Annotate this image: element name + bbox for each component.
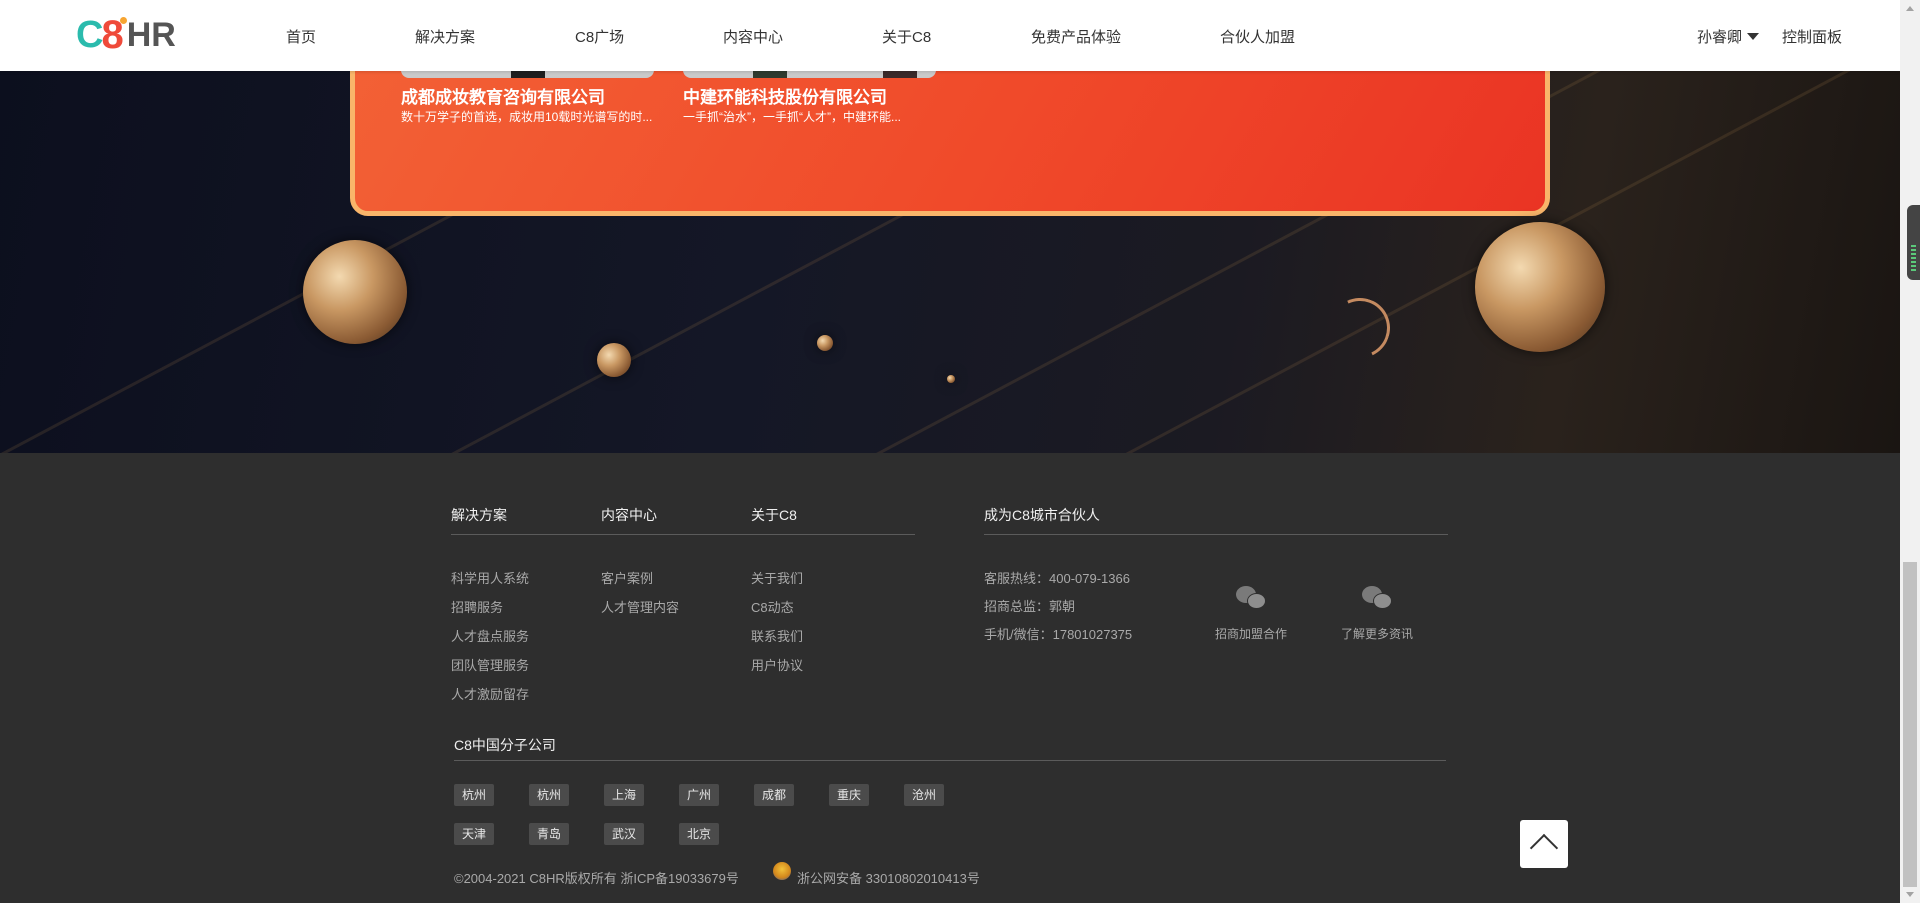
- footer-divider: [454, 760, 1446, 761]
- footer-link[interactable]: 人才激励留存: [451, 684, 529, 703]
- side-widget-tab[interactable]: [1907, 205, 1920, 280]
- city-tag[interactable]: 杭州: [454, 784, 495, 806]
- decorative-orb: [947, 375, 955, 383]
- case-description: 数十万学子的首选，成妆用10载时光谱写的时...: [401, 110, 653, 124]
- c8hr-logo[interactable]: C 8 HR: [76, 13, 176, 58]
- city-tag[interactable]: 天津: [454, 823, 495, 845]
- footer-link[interactable]: 联系我们: [751, 626, 803, 645]
- case-title[interactable]: 成都成妆教育咨询有限公司: [401, 83, 605, 108]
- page-scrollbar[interactable]: [1900, 0, 1920, 903]
- city-tag[interactable]: 北京: [679, 823, 720, 845]
- footer-link[interactable]: 关于我们: [751, 568, 803, 587]
- nav-item-about[interactable]: 关于C8: [882, 26, 931, 47]
- logo-c: C: [76, 13, 103, 56]
- decorative-orb: [1475, 222, 1605, 352]
- case-description: 一手抓“治水”，一手抓“人才”，中建环能...: [683, 110, 901, 124]
- nav-item-c8-square[interactable]: C8广场: [575, 26, 624, 47]
- city-tag[interactable]: 武汉: [604, 823, 645, 845]
- scroll-down-arrow-icon[interactable]: [1906, 892, 1914, 897]
- nav-item-home[interactable]: 首页: [286, 26, 316, 47]
- director-text: 招商总监：郭朝: [984, 599, 1076, 614]
- city-tag[interactable]: 沧州: [904, 784, 945, 806]
- caret-down-icon[interactable]: [1747, 33, 1759, 40]
- police-badge-icon: [773, 862, 791, 880]
- scrollbar-thumb[interactable]: [1903, 562, 1917, 887]
- logo-dot: [119, 16, 127, 24]
- police-record-text[interactable]: 浙公网安备 33010802010413号: [797, 868, 980, 887]
- city-tag[interactable]: 广州: [679, 784, 720, 806]
- city-tag[interactable]: 青岛: [529, 823, 570, 845]
- mobile-text: 手机/微信：17801027375: [984, 627, 1133, 642]
- chevron-up-icon: [1529, 833, 1559, 863]
- hotline-text: 客服热线：400-079-1366: [984, 571, 1130, 586]
- case-title[interactable]: 中建环能科技股份有限公司: [683, 83, 887, 108]
- footer-link[interactable]: C8动态: [751, 597, 794, 616]
- nav-item-partner[interactable]: 合伙人加盟: [1220, 26, 1295, 47]
- city-tag[interactable]: 杭州: [529, 784, 570, 806]
- footer-heading-content: 内容中心: [601, 507, 657, 523]
- city-tag[interactable]: 成都: [754, 784, 795, 806]
- nav-item-solutions[interactable]: 解决方案: [415, 26, 475, 47]
- decorative-orb: [817, 335, 833, 351]
- qr-label-more-info[interactable]: 了解更多资讯: [1341, 625, 1413, 642]
- footer-link[interactable]: 人才盘点服务: [451, 626, 529, 645]
- decorative-ribbon: [1321, 289, 1399, 367]
- footer-divider: [451, 534, 915, 535]
- footer-link[interactable]: 客户案例: [601, 568, 653, 587]
- city-tag[interactable]: 重庆: [829, 784, 870, 806]
- logo-eight: 8: [101, 13, 127, 58]
- branches-heading: C8中国分子公司: [454, 737, 556, 753]
- city-tag[interactable]: 上海: [604, 784, 645, 806]
- logo-hr: HR: [126, 15, 176, 54]
- qr-label-investment[interactable]: 招商加盟合作: [1215, 625, 1287, 642]
- copyright-text[interactable]: ©2004-2021 C8HR版权所有 浙ICP备19033679号: [454, 868, 739, 887]
- decorative-orb: [303, 240, 407, 344]
- nav-item-free-trial[interactable]: 免费产品体验: [1031, 26, 1121, 47]
- footer-link[interactable]: 团队管理服务: [451, 655, 529, 674]
- user-menu[interactable]: 孙睿卿: [1697, 26, 1742, 47]
- wechat-icon[interactable]: [1362, 586, 1392, 610]
- footer-heading-partner: 成为C8城市合伙人: [984, 507, 1100, 523]
- footer-link[interactable]: 用户协议: [751, 655, 803, 674]
- back-to-top-button[interactable]: [1520, 820, 1568, 868]
- footer-link[interactable]: 科学用人系统: [451, 568, 529, 587]
- footer-link[interactable]: 人才管理内容: [601, 597, 679, 616]
- footer-divider: [984, 534, 1448, 535]
- nav-item-content-center[interactable]: 内容中心: [723, 26, 783, 47]
- site-footer: 解决方案 内容中心 关于C8 成为C8城市合伙人 科学用人系统 招聘服务 人才盘…: [0, 453, 1900, 903]
- grip-icon: [1911, 245, 1916, 271]
- footer-link[interactable]: 招聘服务: [451, 597, 503, 616]
- footer-heading-about: 关于C8: [751, 507, 797, 523]
- wechat-icon[interactable]: [1236, 586, 1266, 610]
- footer-heading-solutions: 解决方案: [451, 507, 507, 523]
- scroll-up-arrow-icon[interactable]: [1906, 6, 1914, 11]
- top-navigation-bar: C 8 HR 首页 解决方案 C8广场 内容中心 关于C8 免费产品体验 合伙人…: [0, 0, 1900, 71]
- control-panel-link[interactable]: 控制面板: [1782, 26, 1842, 47]
- decorative-orb: [597, 343, 631, 377]
